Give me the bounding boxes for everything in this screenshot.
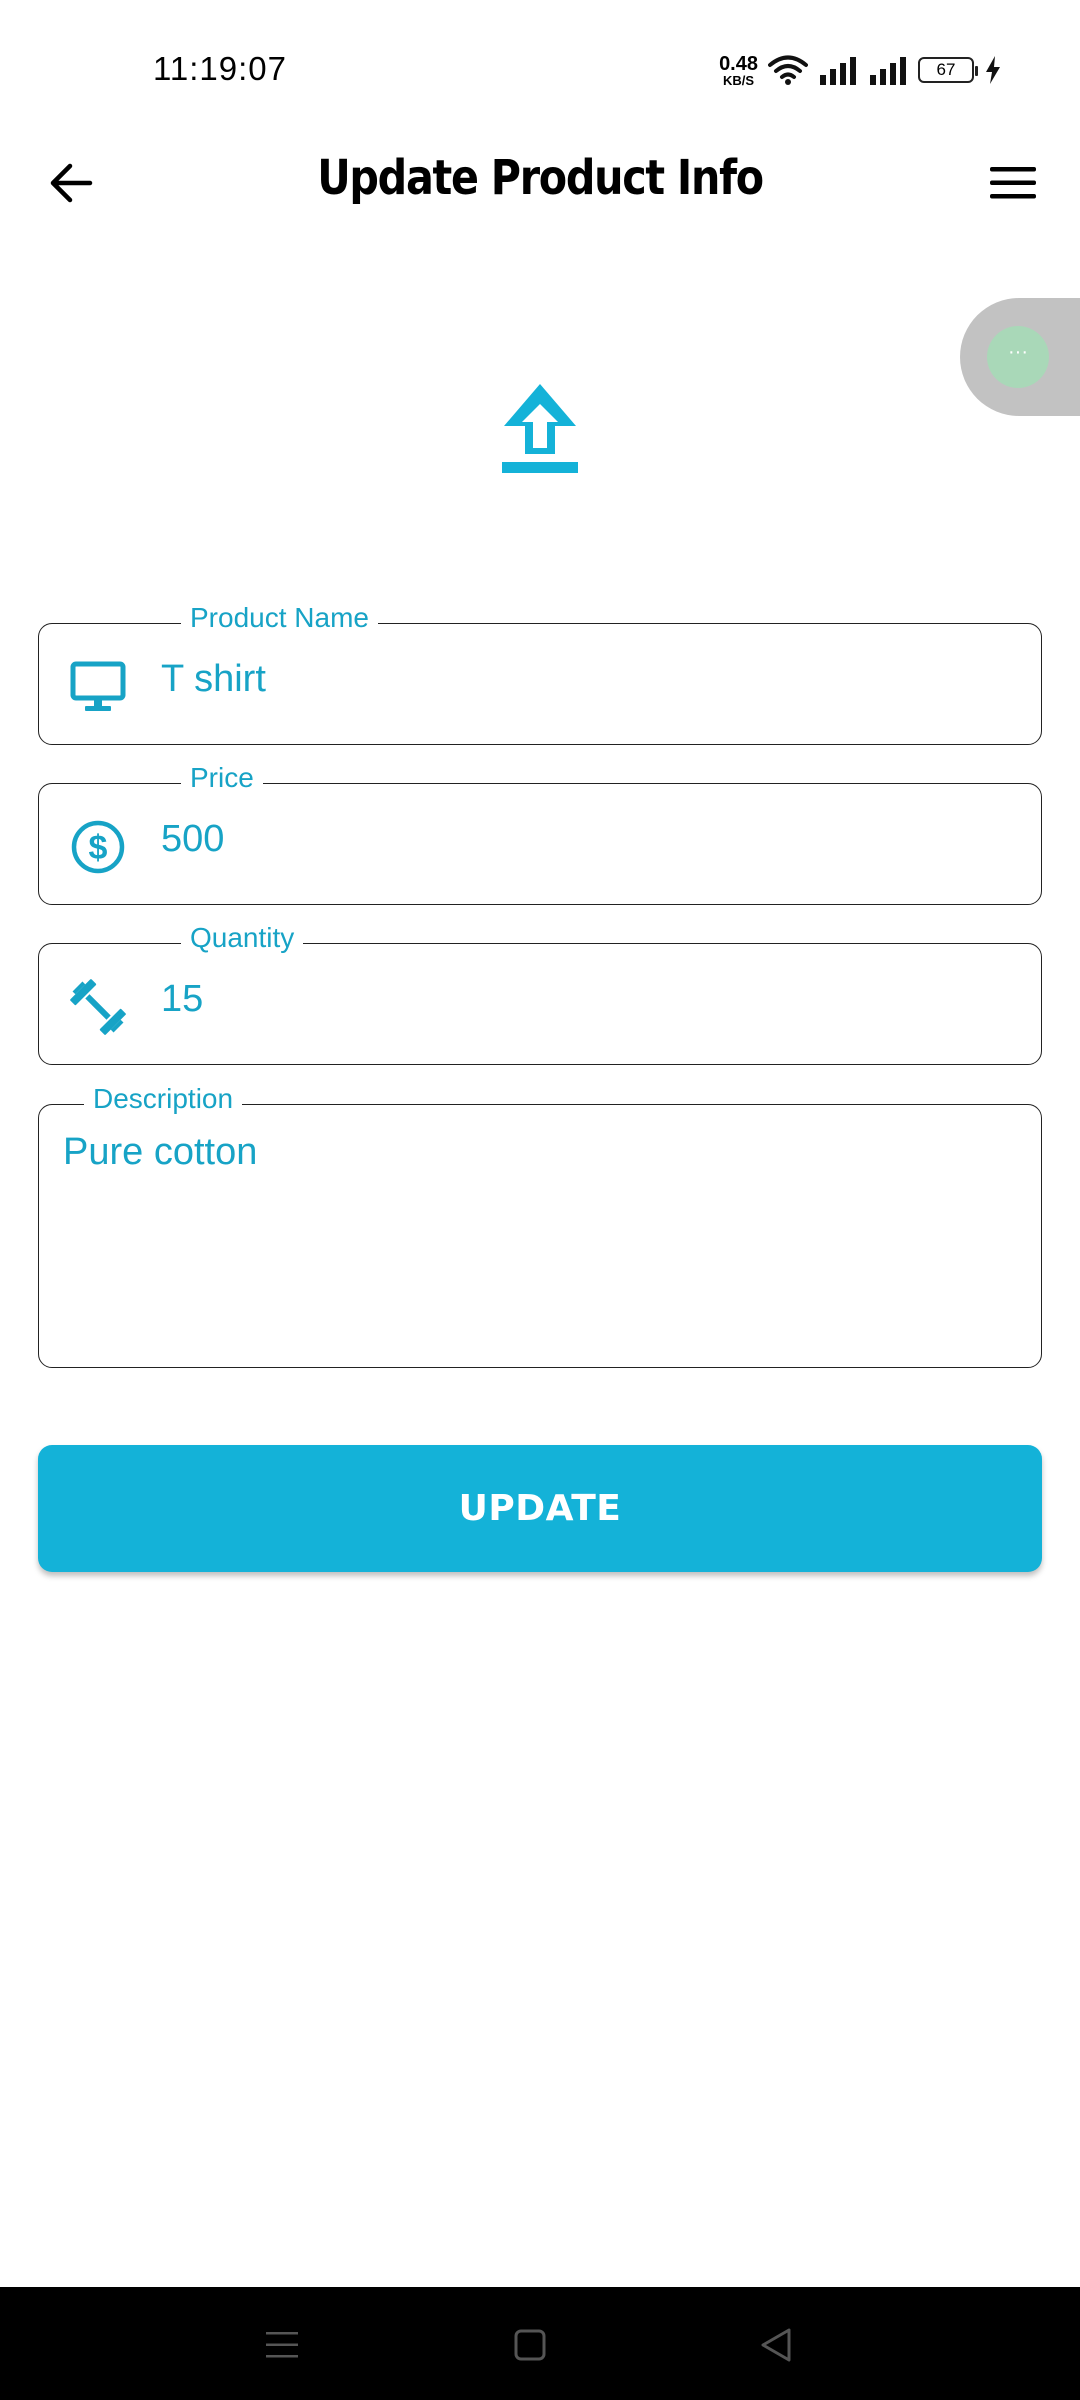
dumbbell-icon [70, 979, 126, 1035]
signal-icon [820, 57, 856, 85]
quantity-input[interactable]: 15 [161, 978, 203, 1021]
description-field[interactable]: Description Pure cotton [38, 1083, 1042, 1368]
wifi-icon [768, 55, 808, 85]
quantity-field[interactable]: Quantity 15 [38, 922, 1042, 1065]
price-field[interactable]: Price $ 500 [38, 762, 1042, 905]
description-input[interactable]: Pure cotton [63, 1131, 257, 1174]
product-name-field[interactable]: Product Name T shirt [38, 602, 1042, 745]
battery-icon: 67 [918, 57, 978, 83]
upload-icon [502, 384, 578, 473]
app-bar: Update Product Info [0, 140, 1080, 225]
status-bar: 11:19:07 0.48 KB/S 67 [0, 0, 1080, 140]
battery-level: 67 [936, 60, 956, 79]
network-speed-unit: KB/S [723, 72, 755, 88]
network-speed: 0.48 KB/S [719, 54, 758, 87]
menu-button[interactable] [982, 152, 1044, 214]
nav-home-button[interactable] [506, 2321, 554, 2369]
hamburger-menu-icon [990, 167, 1036, 199]
page-title: Update Product Info [317, 150, 764, 206]
menu-lines-icon [266, 2332, 298, 2358]
triangle-back-icon [761, 2328, 791, 2362]
update-button[interactable]: UPDATE [38, 1445, 1042, 1572]
square-icon [514, 2329, 546, 2361]
svg-text:$: $ [89, 829, 108, 867]
nav-recents-button[interactable] [258, 2321, 306, 2369]
charging-icon [986, 56, 1000, 84]
signal-icon-2 [870, 57, 906, 85]
system-nav-bar [0, 2287, 1080, 2400]
price-label: Price [181, 762, 263, 794]
floating-assistant-bubble[interactable]: ··· [960, 298, 1080, 416]
description-label: Description [84, 1083, 243, 1115]
status-icons: 0.48 KB/S 67 [719, 52, 1002, 88]
nav-back-button[interactable] [752, 2321, 800, 2369]
product-name-label: Product Name [181, 602, 378, 634]
status-time: 11:19:07 [153, 50, 288, 87]
product-name-input[interactable]: T shirt [161, 658, 266, 701]
network-speed-value: 0.48 [719, 52, 758, 75]
price-input[interactable]: 500 [161, 818, 224, 861]
upload-image-button[interactable] [498, 382, 582, 474]
dollar-circle-icon: $ [71, 820, 125, 874]
monitor-icon [70, 661, 126, 711]
bubble-dots: ··· [987, 326, 1049, 388]
quantity-label: Quantity [181, 922, 304, 954]
